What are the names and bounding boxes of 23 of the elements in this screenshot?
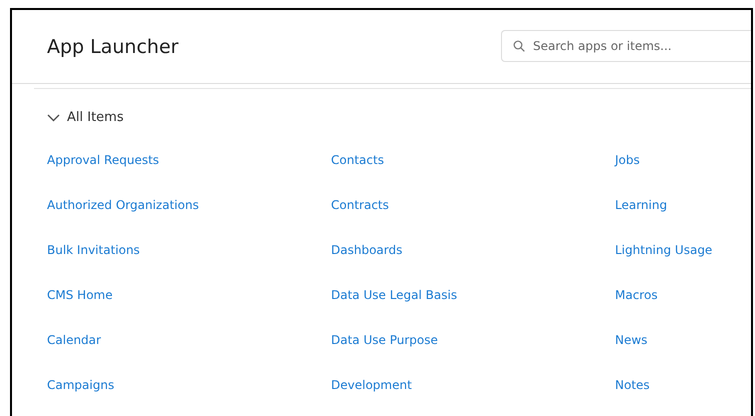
app-item-link[interactable]: Campaigns [47, 377, 331, 394]
chevron-icon [47, 114, 60, 122]
window-title: App Launcher [47, 36, 178, 58]
app-item-link[interactable]: Macros [615, 287, 755, 304]
app-item-link[interactable]: Development [331, 377, 615, 394]
app-item-link[interactable]: Dashboards [331, 242, 615, 259]
app-item-link[interactable]: CMS Home [47, 287, 331, 304]
app-item-link[interactable]: Data Use Legal Basis [331, 287, 615, 304]
app-item-link[interactable]: Approval Requests [47, 152, 331, 169]
app-item-link[interactable]: Calendar [47, 332, 331, 349]
app-item-link[interactable]: Contracts [331, 197, 615, 214]
app-item-link[interactable]: Jobs [615, 152, 755, 169]
app-item-link[interactable]: News [615, 332, 755, 349]
app-item-link[interactable]: Contacts [331, 152, 615, 169]
search-field[interactable]: Search apps or items... [501, 30, 751, 62]
app-item-link[interactable]: Learning [615, 197, 755, 214]
app-item-link[interactable]: Authorized Organizations [47, 197, 331, 214]
app-item-link[interactable]: Data Use Purpose [331, 332, 615, 349]
search-icon [513, 40, 525, 52]
section-toggle[interactable]: All Items [47, 110, 124, 125]
app-item-link[interactable]: Notes [615, 377, 755, 394]
app-item-link[interactable]: Bulk Invitations [47, 242, 331, 259]
app-item-link[interactable]: Lightning Usage [615, 242, 755, 259]
